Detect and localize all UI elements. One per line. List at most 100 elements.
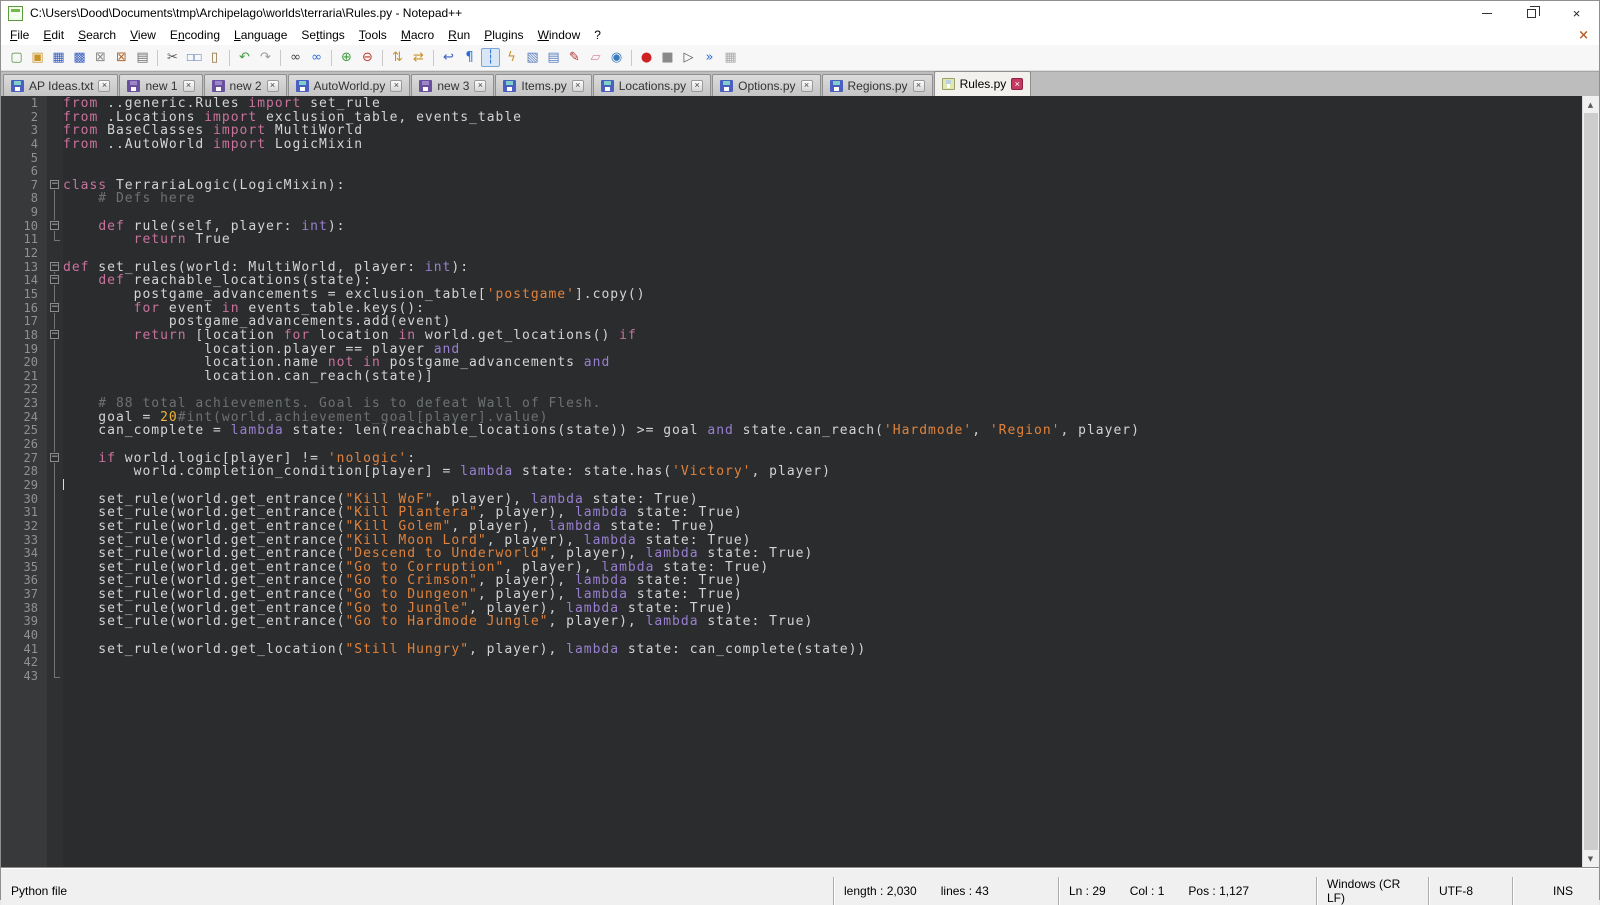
close-all-icon[interactable]: ⊠	[112, 48, 131, 67]
show-all-characters-icon[interactable]: ¶	[460, 48, 479, 67]
word-wrap-icon[interactable]: ↩	[439, 48, 458, 67]
code-line[interactable]: 22	[1, 383, 1582, 397]
find-icon[interactable]: ∞	[286, 48, 305, 67]
menu-macro[interactable]: Macro	[394, 26, 441, 44]
fold-marker[interactable]: −	[47, 452, 63, 466]
tab-close-icon[interactable]: ×	[801, 80, 813, 92]
code-line[interactable]: 36 set_rule(world.get_entrance("Go to Cr…	[1, 574, 1582, 588]
code-line[interactable]: 4from ..AutoWorld import LogicMixin	[1, 138, 1582, 152]
code-line[interactable]: 23 # 88 total achievements. Goal is to d…	[1, 397, 1582, 411]
code-line[interactable]: 42	[1, 656, 1582, 670]
new-file-icon[interactable]: ▢	[7, 48, 26, 67]
tab-items-py[interactable]: Items.py×	[495, 74, 591, 96]
restore-button[interactable]	[1509, 1, 1554, 25]
code-line[interactable]: 1from ..generic.Rules import set_rule	[1, 97, 1582, 111]
code-line[interactable]: 41 set_rule(world.get_location("Still Hu…	[1, 643, 1582, 657]
paste-icon[interactable]: ▯	[205, 48, 224, 67]
code-line[interactable]: 3from BaseClasses import MultiWorld	[1, 124, 1582, 138]
tab-autoworld-py[interactable]: AutoWorld.py×	[288, 74, 411, 96]
document-map-icon[interactable]: ▧	[523, 48, 542, 67]
scrollbar-thumb[interactable]	[1584, 113, 1598, 850]
code-line[interactable]: 5	[1, 152, 1582, 166]
tab-close-icon[interactable]: ×	[390, 80, 402, 92]
save-icon[interactable]: ▦	[49, 48, 68, 67]
tab-new-2[interactable]: new 2×	[204, 74, 287, 96]
tab-options-py[interactable]: Options.py×	[712, 74, 820, 96]
code-line[interactable]: 35 set_rule(world.get_entrance("Go to Co…	[1, 561, 1582, 575]
tab-close-icon[interactable]: ×	[98, 80, 110, 92]
menu-tools[interactable]: Tools	[352, 26, 394, 44]
fold-marker[interactable]: −	[47, 261, 63, 275]
menu-edit[interactable]: Edit	[36, 26, 71, 44]
code-line[interactable]: 11 return True	[1, 233, 1582, 247]
vertical-scrollbar[interactable]: ▲ ▼	[1582, 96, 1599, 867]
folder-as-workspace-icon[interactable]: ▱	[586, 48, 605, 67]
code-line[interactable]: 28 world.completion_condition[player] = …	[1, 465, 1582, 479]
code-line[interactable]: 10− def rule(self, player: int):	[1, 220, 1582, 234]
code-line[interactable]: 16− for event in events_table.keys():	[1, 302, 1582, 316]
menu-search[interactable]: Search	[71, 26, 123, 44]
fold-collapse-icon[interactable]: −	[50, 330, 59, 339]
code-line[interactable]: 29	[1, 479, 1582, 493]
tab-close-icon[interactable]: ×	[183, 80, 195, 92]
code-line[interactable]: 7−class TerrariaLogic(LogicMixin):	[1, 179, 1582, 193]
tab-locations-py[interactable]: Locations.py×	[593, 74, 711, 96]
fold-collapse-icon[interactable]: −	[50, 180, 59, 189]
status-eol-format[interactable]: Windows (CR LF)	[1316, 877, 1428, 905]
code-line[interactable]: 31 set_rule(world.get_entrance("Kill Pla…	[1, 506, 1582, 520]
zoom-out-icon[interactable]: ⊖	[358, 48, 377, 67]
macro-play-icon[interactable]: ▷	[679, 48, 698, 67]
tab-regions-py[interactable]: Regions.py×	[822, 74, 933, 96]
menu-file[interactable]: File	[3, 26, 36, 44]
code-line[interactable]: 6	[1, 165, 1582, 179]
fold-collapse-icon[interactable]: −	[50, 303, 59, 312]
replace-icon[interactable]: ∞	[307, 48, 326, 67]
menu-settings[interactable]: Settings	[294, 26, 351, 44]
code-line[interactable]: 2from .Locations import exclusion_table,…	[1, 111, 1582, 125]
code-line[interactable]: 13−def set_rules(world: MultiWorld, play…	[1, 261, 1582, 275]
scroll-down-arrow[interactable]: ▼	[1583, 850, 1599, 867]
code-line[interactable]: 21 location.can_reach(state)]	[1, 370, 1582, 384]
print-icon[interactable]: ▤	[133, 48, 152, 67]
code-line[interactable]: 34 set_rule(world.get_entrance("Descend …	[1, 547, 1582, 561]
zoom-in-icon[interactable]: ⊕	[337, 48, 356, 67]
redo-icon[interactable]: ↷	[256, 48, 275, 67]
fold-marker[interactable]: −	[47, 329, 63, 343]
code-line[interactable]: 33 set_rule(world.get_entrance("Kill Moo…	[1, 534, 1582, 548]
code-line[interactable]: 8 # Defs here	[1, 192, 1582, 206]
menu-language[interactable]: Language	[227, 26, 294, 44]
cut-icon[interactable]: ✂	[163, 48, 182, 67]
menu-encoding[interactable]: Encoding	[163, 26, 227, 44]
tab-close-icon[interactable]: ×	[572, 80, 584, 92]
menu-plugins[interactable]: Plugins	[477, 26, 530, 44]
open-icon[interactable]: ▣	[28, 48, 47, 67]
code-line[interactable]: 18− return [location for location in wor…	[1, 329, 1582, 343]
code-line[interactable]: 27− if world.logic[player] != 'nologic':	[1, 452, 1582, 466]
scroll-up-arrow[interactable]: ▲	[1583, 96, 1599, 113]
code-line[interactable]: 19 location.player == player and	[1, 343, 1582, 357]
tab-close-icon[interactable]: ×	[1011, 78, 1023, 90]
code-line[interactable]: 39 set_rule(world.get_entrance("Go to Ha…	[1, 615, 1582, 629]
code-line[interactable]: 38 set_rule(world.get_entrance("Go to Ju…	[1, 602, 1582, 616]
menu-window[interactable]: Window	[531, 26, 588, 44]
code-line[interactable]: 17 postgame_advancements.add(event)	[1, 315, 1582, 329]
undo-icon[interactable]: ↶	[235, 48, 254, 67]
fold-collapse-icon[interactable]: −	[50, 453, 59, 462]
close-document-icon[interactable]: ×	[1578, 28, 1589, 43]
macro-stop-icon[interactable]: ■	[658, 48, 677, 67]
fold-marker[interactable]: −	[47, 220, 63, 234]
code-editor[interactable]: 1from ..generic.Rules import set_rule2fr…	[1, 96, 1599, 867]
menu-view[interactable]: View	[123, 26, 163, 44]
code-line[interactable]: 20 location.name not in postgame_advance…	[1, 356, 1582, 370]
code-line[interactable]: 15 postgame_advancements = exclusion_tab…	[1, 288, 1582, 302]
tab-new-3[interactable]: new 3×	[411, 74, 494, 96]
code-line[interactable]: 12	[1, 247, 1582, 261]
macro-save-icon[interactable]: ▦	[721, 48, 740, 67]
tab-close-icon[interactable]: ×	[691, 80, 703, 92]
tab-close-icon[interactable]: ×	[267, 80, 279, 92]
tab-new-1[interactable]: new 1×	[119, 74, 202, 96]
code-line[interactable]: 30 set_rule(world.get_entrance("Kill WoF…	[1, 493, 1582, 507]
tab-close-icon[interactable]: ×	[474, 80, 486, 92]
status-insert-mode[interactable]: INS	[1512, 877, 1599, 905]
code-line[interactable]: 25 can_complete = lambda state: len(reac…	[1, 424, 1582, 438]
